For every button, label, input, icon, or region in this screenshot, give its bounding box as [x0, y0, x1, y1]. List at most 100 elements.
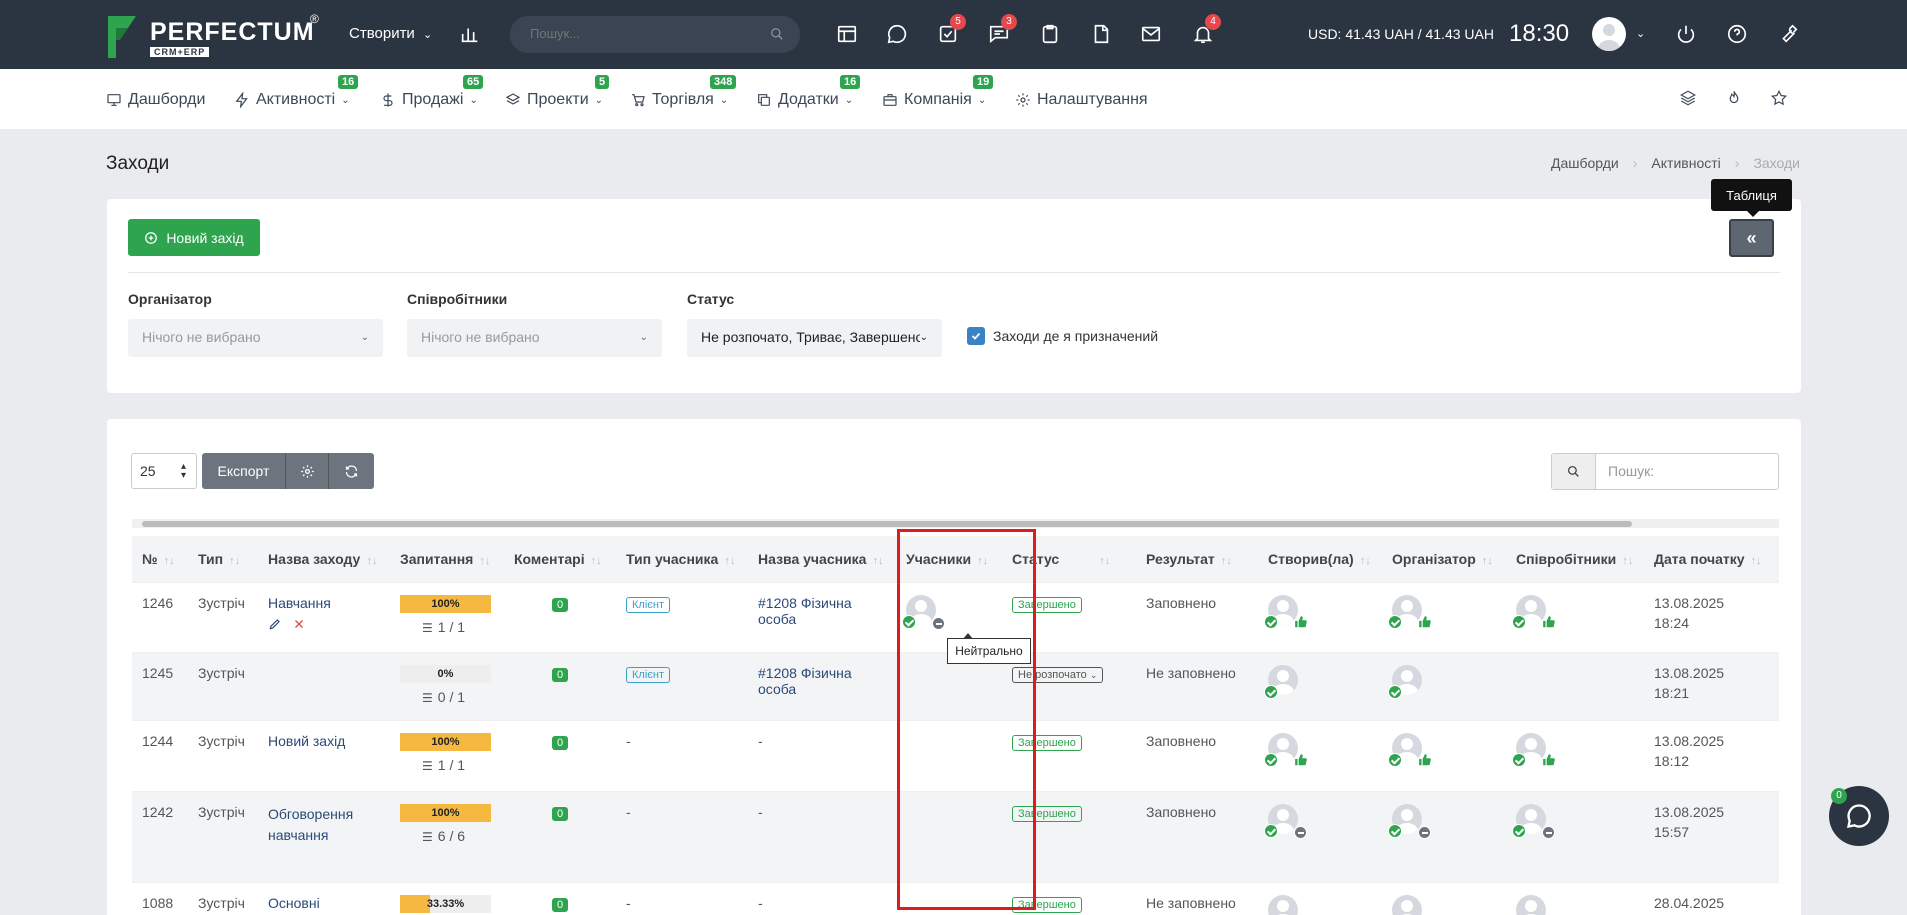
- help-button[interactable]: [1721, 18, 1753, 50]
- cell-participant-name: #1208 Фізична особа: [748, 651, 896, 720]
- employee-avatar[interactable]: [1512, 594, 1566, 631]
- status-select[interactable]: Не розпочато, Триває, Завершено ⌄: [687, 319, 942, 357]
- global-search[interactable]: [510, 16, 800, 53]
- column-header[interactable]: Коментарі ↑↓: [504, 536, 616, 582]
- stats-button[interactable]: [454, 18, 486, 50]
- cell-result: Заповнено: [1136, 790, 1258, 882]
- pencil-icon[interactable]: [268, 617, 282, 631]
- organizer-select[interactable]: Нічого не вибрано ⌄: [128, 319, 383, 357]
- creator-avatar[interactable]: [1264, 732, 1318, 769]
- nav-label: Додатки: [778, 91, 839, 108]
- organizer-avatar[interactable]: [1388, 732, 1442, 769]
- scrollbar-thumb[interactable]: [142, 521, 1632, 527]
- search-icon: [771, 28, 783, 40]
- employee-avatar[interactable]: [1516, 894, 1566, 915]
- creator-avatar[interactable]: [1268, 894, 1318, 915]
- organizer-avatar[interactable]: [1388, 594, 1442, 631]
- cell-organizer: [1382, 581, 1506, 652]
- discussions-button[interactable]: 3: [983, 14, 1017, 50]
- organizer-label: Організатор: [128, 291, 212, 307]
- logo[interactable]: PERFECTUM ® CRM+ERP: [106, 12, 326, 60]
- column-header[interactable]: Тип учасника ↑↓: [616, 536, 748, 582]
- cell-creator: [1258, 790, 1382, 882]
- comments-badge[interactable]: 0: [552, 597, 569, 612]
- creator-avatar[interactable]: [1264, 664, 1318, 701]
- creator-avatar[interactable]: [1264, 803, 1318, 840]
- nav-settings[interactable]: Налаштування: [1015, 89, 1148, 111]
- assigned-checkbox[interactable]: Заходи де я призначений: [967, 327, 1158, 345]
- employees-select[interactable]: Нічого не вибрано ⌄: [407, 319, 662, 357]
- top-bar: PERFECTUM ® CRM+ERP Створити ⌄ 5 3 4 USD…: [0, 0, 1907, 69]
- hot-toggle[interactable]: [1725, 89, 1747, 111]
- column-header[interactable]: Співробітники ↑↓: [1506, 536, 1644, 582]
- nav-projects[interactable]: Проекти ⌄ 5: [505, 75, 610, 111]
- comments-badge[interactable]: 0: [552, 667, 569, 682]
- chevron-down-icon: ⌄: [341, 94, 350, 106]
- nav-addons[interactable]: Додатки ⌄ 16: [756, 75, 861, 111]
- creator-avatar[interactable]: [1264, 594, 1318, 631]
- wrench-icon: [1782, 24, 1798, 43]
- comments-badge[interactable]: 0: [552, 806, 569, 821]
- column-header[interactable]: Запитання ↑↓: [390, 536, 504, 582]
- column-header[interactable]: Тип ↑↓: [188, 536, 258, 582]
- column-header[interactable]: Створив(ла) ↑↓: [1258, 536, 1382, 582]
- create-dropdown[interactable]: Створити ⌄: [349, 25, 432, 42]
- table-search[interactable]: Пошук:: [1551, 453, 1779, 490]
- document-button[interactable]: [1085, 18, 1117, 50]
- column-header[interactable]: Результат ↑↓: [1136, 536, 1258, 582]
- chevron-down-icon[interactable]: ⌄: [1636, 27, 1645, 40]
- breadcrumb-item[interactable]: Дашборди: [1551, 155, 1619, 171]
- chevron-down-icon: ⌄: [423, 29, 433, 41]
- event-name-link[interactable]: Новий захід: [268, 733, 380, 749]
- tools-button[interactable]: [1772, 18, 1804, 50]
- nav-trade[interactable]: Торгівля ⌄ 348: [630, 75, 737, 111]
- notifications-button[interactable]: 4: [1187, 14, 1221, 50]
- comments-badge[interactable]: 0: [552, 735, 569, 750]
- nav-sales[interactable]: Продажі ⌄ 65: [380, 75, 484, 111]
- list-icon: ☰: [422, 620, 433, 635]
- horizontal-scrollbar[interactable]: [132, 519, 1779, 528]
- checkbox-checked-icon[interactable]: [967, 327, 985, 345]
- event-name-link[interactable]: Обговорення навчання: [268, 804, 380, 846]
- per-page-select[interactable]: 25 ▴ ▾: [131, 453, 197, 489]
- messages-button[interactable]: [881, 18, 913, 50]
- layers-toggle[interactable]: [1679, 89, 1701, 111]
- plus-circle-icon: [145, 231, 158, 244]
- collapse-filters-button[interactable]: «: [1729, 219, 1774, 257]
- organizer-avatar[interactable]: [1392, 894, 1442, 915]
- employee-avatar[interactable]: [1512, 732, 1566, 769]
- participant-link[interactable]: #1208 Фізична особа: [758, 595, 852, 627]
- clipboard-button[interactable]: [1034, 18, 1066, 50]
- refresh-button[interactable]: [329, 453, 374, 489]
- user-avatar[interactable]: [1592, 17, 1626, 51]
- organizer-avatar[interactable]: [1388, 803, 1442, 840]
- settings-button[interactable]: [286, 453, 329, 489]
- export-button[interactable]: Експорт: [202, 453, 286, 489]
- column-header[interactable]: Назва учасника ↑↓: [748, 536, 896, 582]
- chat-fab-button[interactable]: 0: [1829, 786, 1889, 846]
- delete-x-icon[interactable]: [292, 617, 306, 631]
- column-header[interactable]: Дата початку ↑↓: [1644, 536, 1779, 582]
- employee-avatar[interactable]: [1512, 803, 1566, 840]
- stack-icon: [1680, 90, 1696, 106]
- power-button[interactable]: [1670, 18, 1702, 50]
- nav-dashboards[interactable]: Дашборди: [106, 89, 205, 111]
- comments-badge[interactable]: 0: [552, 897, 569, 912]
- event-name-link[interactable]: Навчання: [268, 595, 380, 611]
- nav-activities[interactable]: Активності ⌄ 16: [234, 75, 359, 111]
- event-name-link[interactable]: Основні: [268, 895, 380, 911]
- tasks-button[interactable]: 5: [932, 14, 966, 50]
- organizer-avatar[interactable]: [1388, 664, 1442, 701]
- participant-link[interactable]: #1208 Фізична особа: [758, 665, 852, 697]
- new-event-button[interactable]: Новий захід: [128, 219, 260, 256]
- chevron-down-icon: ⌄: [360, 332, 369, 343]
- breadcrumb-item[interactable]: Активності: [1651, 155, 1720, 171]
- nav-company[interactable]: Компанія ⌄ 19: [882, 75, 994, 111]
- layout-button[interactable]: [831, 18, 863, 50]
- favorites-toggle[interactable]: [1770, 89, 1792, 111]
- column-header[interactable]: № ↑↓: [132, 536, 188, 582]
- mail-button[interactable]: [1135, 18, 1167, 50]
- global-search-input[interactable]: [530, 26, 760, 41]
- column-header[interactable]: Організатор ↑↓: [1382, 536, 1506, 582]
- column-header[interactable]: Назва заходу ↑↓: [258, 536, 390, 582]
